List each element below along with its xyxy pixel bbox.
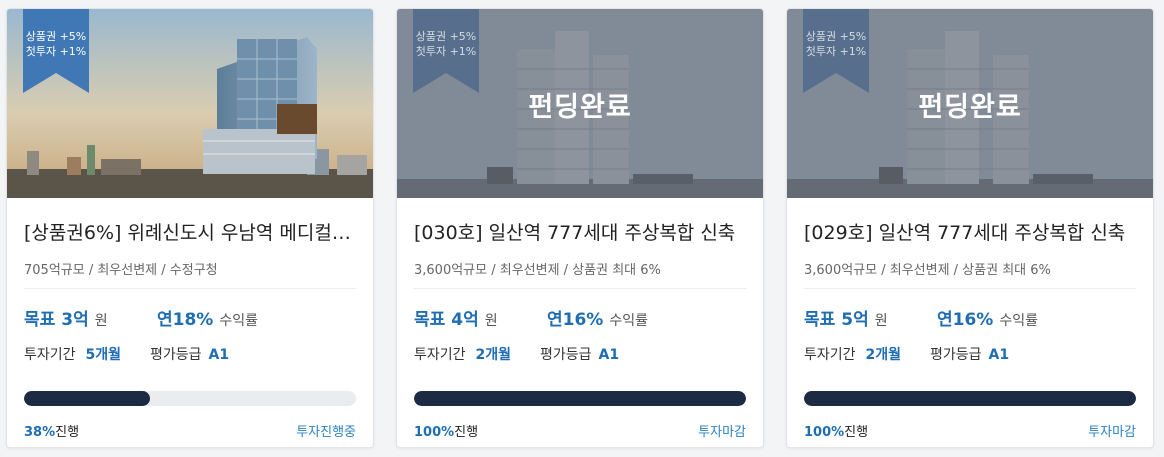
status-label: 투자진행중: [296, 425, 356, 440]
grade-value: A1: [208, 347, 230, 363]
period-label: 투자기간: [414, 347, 466, 363]
target-rate-row: 목표 3억 원 연18% 수익률: [24, 305, 356, 330]
progress-text: 100%진행: [414, 425, 479, 440]
ribbon-line2: 첫투자 +1%: [805, 45, 867, 58]
rate-value: 연18%: [157, 310, 214, 330]
product-image[interactable]: 상품권 +5% 첫투자 +1%: [7, 9, 373, 198]
product-subtitle: 3,600억규모 / 최우선변제 / 상품권 최대 6%: [414, 263, 661, 278]
product-card[interactable]: 상품권 +5% 첫투자 +1% [상품권6%] 위례신도시 우남역 메디컬타워 …: [6, 8, 374, 448]
rate-unit: 수익률: [219, 313, 258, 329]
ribbon-line1: 상품권 +5%: [805, 30, 867, 43]
target-unit: 원: [94, 313, 108, 329]
status-label: 투자마감: [698, 425, 746, 440]
progress-fill: [24, 391, 151, 406]
promo-ribbon: 상품권 +5% 첫투자 +1%: [23, 9, 89, 93]
grade-value: A1: [598, 347, 620, 363]
progress-bar: [24, 391, 356, 406]
product-grid: 상품권 +5% 첫투자 +1% [상품권6%] 위례신도시 우남역 메디컬타워 …: [0, 0, 1164, 457]
progress-fill: [804, 391, 1136, 406]
period-value: 2개월: [865, 347, 902, 363]
product-title[interactable]: [상품권6%] 위례신도시 우남역 메디컬타워: [24, 220, 356, 246]
grade-label: 평가등급: [540, 347, 592, 363]
ribbon-line2: 첫투자 +1%: [415, 45, 477, 58]
target-rate-row: 목표 5억 원 연16% 수익률: [804, 305, 1136, 330]
product-subtitle: 3,600억규모 / 최우선변제 / 상품권 최대 6%: [804, 263, 1051, 278]
rate-value: 연16%: [937, 310, 994, 330]
progress-text: 100%진행: [804, 425, 869, 440]
period-label: 투자기간: [804, 347, 856, 363]
grade-label: 평가등급: [930, 347, 982, 363]
promo-ribbon: 상품권 +5% 첫투자 +1%: [803, 9, 869, 93]
progress-bar: [804, 391, 1136, 406]
product-image[interactable]: 펀딩완료 상품권 +5% 첫투자 +1%: [787, 9, 1153, 198]
period-grade-row: 투자기간 2개월 평가등급 A1: [804, 344, 1136, 364]
divider: [24, 288, 356, 289]
target-label: 목표: [24, 310, 56, 330]
target-value: 4억: [451, 310, 479, 330]
target-label: 목표: [804, 310, 836, 330]
target-value: 5억: [841, 310, 869, 330]
ribbon-line2: 첫투자 +1%: [25, 45, 87, 58]
product-title[interactable]: [029호] 일산역 777세대 주상복합 신축: [804, 220, 1136, 246]
progress-bar: [414, 391, 746, 406]
rate-unit: 수익률: [999, 313, 1038, 329]
period-value: 2개월: [475, 347, 512, 363]
product-image[interactable]: 펀딩완료 상품권 +5% 첫투자 +1%: [397, 9, 763, 198]
period-grade-row: 투자기간 2개월 평가등급 A1: [414, 344, 746, 364]
progress-text: 38%진행: [24, 425, 80, 440]
rate-unit: 수익률: [609, 313, 648, 329]
period-grade-row: 투자기간 5개월 평가등급 A1: [24, 344, 356, 364]
product-card[interactable]: 펀딩완료 상품권 +5% 첫투자 +1% [029호] 일산역 777세대 주상…: [786, 8, 1154, 448]
ribbon-line1: 상품권 +5%: [25, 30, 87, 43]
target-rate-row: 목표 4억 원 연16% 수익률: [414, 305, 746, 330]
grade-label: 평가등급: [150, 347, 202, 363]
grade-value: A1: [988, 347, 1010, 363]
product-title[interactable]: [030호] 일산역 777세대 주상복합 신축: [414, 220, 746, 246]
ribbon-line1: 상품권 +5%: [415, 30, 477, 43]
period-value: 5개월: [85, 347, 122, 363]
status-label: 투자마감: [1088, 425, 1136, 440]
promo-ribbon: 상품권 +5% 첫투자 +1%: [413, 9, 479, 93]
progress-fill: [414, 391, 746, 406]
target-unit: 원: [484, 313, 498, 329]
divider: [804, 288, 1136, 289]
product-card[interactable]: 펀딩완료 상품권 +5% 첫투자 +1% [030호] 일산역 777세대 주상…: [396, 8, 764, 448]
target-value: 3억: [61, 310, 89, 330]
period-label: 투자기간: [24, 347, 76, 363]
rate-value: 연16%: [547, 310, 604, 330]
target-unit: 원: [874, 313, 888, 329]
target-label: 목표: [414, 310, 446, 330]
divider: [414, 288, 746, 289]
product-subtitle: 705억규모 / 최우선변제 / 수정구청: [24, 263, 218, 278]
